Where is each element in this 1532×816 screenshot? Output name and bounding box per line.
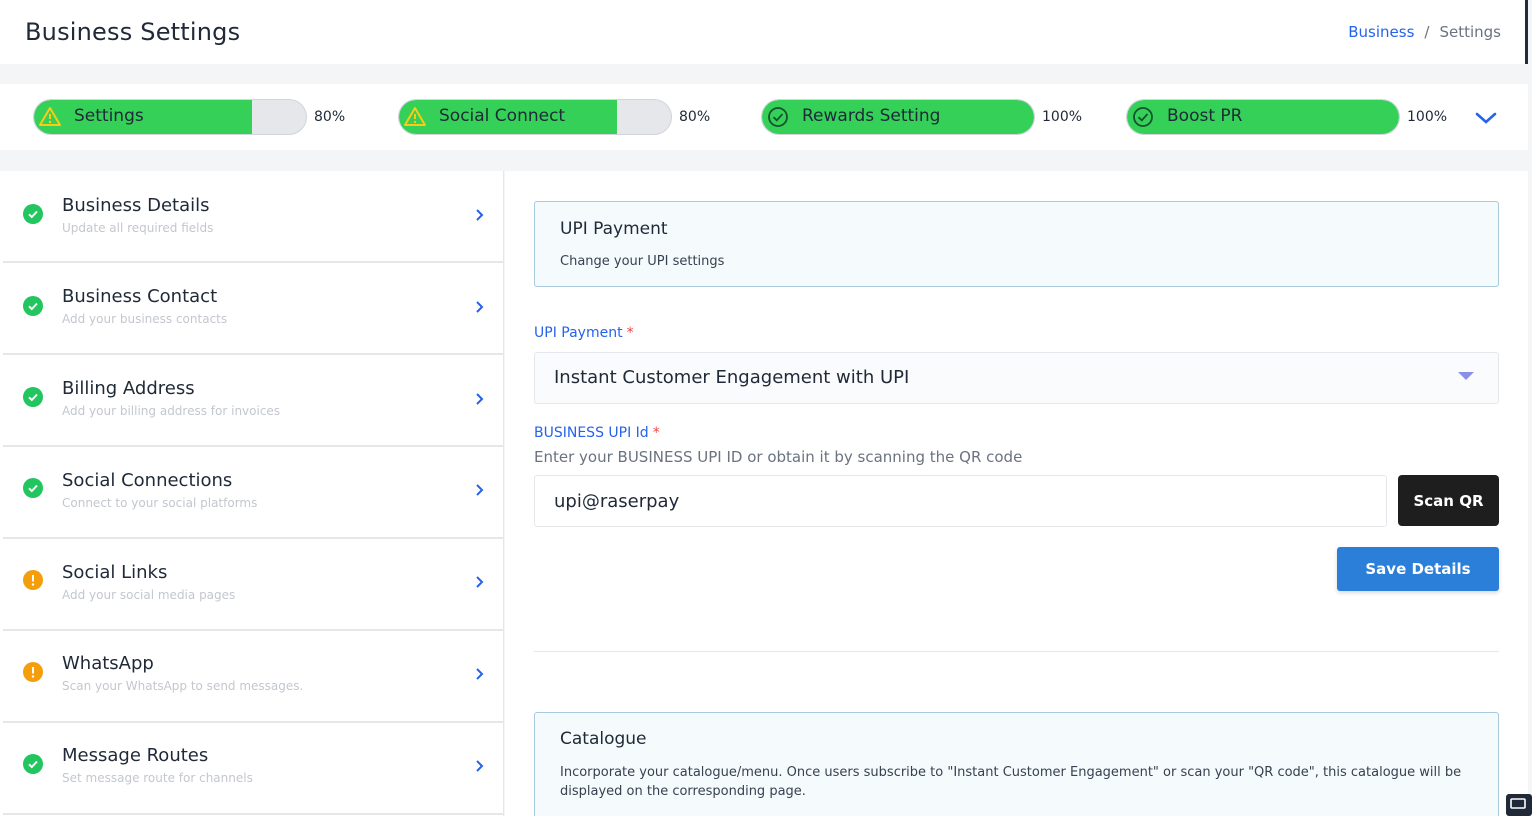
upi-settings-panel: UPI Payment Change your UPI settings UPI… — [505, 171, 1528, 816]
warning-icon — [404, 107, 426, 126]
progress-label: Boost PR — [1167, 106, 1243, 126]
caret-down-icon — [1458, 372, 1474, 380]
chevron-right-icon — [476, 668, 484, 680]
scan-qr-button[interactable]: Scan QR — [1398, 475, 1499, 526]
progress-label: Settings — [74, 106, 144, 126]
check-circle-icon — [1133, 107, 1153, 127]
chevron-right-icon — [476, 760, 484, 772]
sidebar-item-subtitle: Scan your WhatsApp to send messages. — [62, 679, 304, 693]
sidebar-item-title: Business Details — [62, 195, 210, 216]
chevron-right-icon — [476, 301, 484, 313]
upi-payment-card: UPI Payment Change your UPI settings — [534, 201, 1499, 287]
progress-percent: 80% — [679, 109, 711, 125]
sidebar-item-subtitle: Set message route for channels — [62, 771, 253, 785]
chevron-right-icon — [476, 576, 484, 588]
progress-percent: 100% — [1042, 109, 1083, 125]
status-check-icon — [23, 387, 43, 407]
sidebar-item-whatsapp[interactable]: WhatsApp Scan your WhatsApp to send mess… — [3, 631, 503, 723]
status-warning-icon — [23, 662, 43, 682]
progress-percent: 100% — [1407, 109, 1448, 125]
chevron-right-icon — [476, 484, 484, 496]
chevron-right-icon — [476, 209, 484, 221]
breadcrumb: Business / Settings — [1348, 23, 1501, 41]
card-description: Change your UPI settings — [560, 254, 725, 269]
sidebar-item-social-connections[interactable]: Social Connections Connect to your socia… — [3, 447, 503, 539]
upi-payment-select[interactable]: Instant Customer Engagement with UPI — [534, 352, 1499, 404]
sidebar-item-title: Social Links — [62, 562, 168, 583]
card-description: Incorporate your catalogue/menu. Once us… — [560, 765, 1462, 799]
save-details-button[interactable]: Save Details — [1337, 547, 1499, 591]
warning-icon — [39, 107, 61, 126]
status-check-icon — [23, 204, 43, 224]
business-upi-id-label: BUSINESS UPI Id * — [534, 425, 660, 441]
card-title: Catalogue — [560, 729, 647, 749]
progress-label: Rewards Setting — [802, 106, 941, 126]
sidebar-item-subtitle: Add your social media pages — [62, 588, 236, 602]
upi-payment-label: UPI Payment * — [534, 325, 634, 341]
catalogue-card: Catalogue Incorporate your catalogue/men… — [534, 712, 1499, 816]
sidebar-item-title: Billing Address — [62, 378, 195, 399]
upi-id-input[interactable] — [534, 475, 1387, 527]
progress-label: Social Connect — [439, 106, 566, 126]
status-check-icon — [23, 754, 43, 774]
sidebar-item-business-details[interactable]: Business Details Update all required fie… — [3, 171, 503, 263]
breadcrumb-current: Settings — [1439, 23, 1501, 41]
page-header: Business Settings Business / Settings — [0, 0, 1528, 64]
page-title: Business Settings — [25, 18, 241, 46]
check-circle-icon — [768, 107, 788, 127]
sidebar-item-social-links[interactable]: Social Links Add your social media pages — [3, 539, 503, 631]
sidebar-item-subtitle: Add your business contacts — [62, 312, 228, 326]
sidebar-item-title: WhatsApp — [62, 653, 154, 674]
chat-icon[interactable] — [1505, 793, 1532, 816]
status-warning-icon — [23, 570, 43, 590]
sidebar-item-business-contact[interactable]: Business Contact Add your business conta… — [3, 263, 503, 355]
sidebar-item-message-routes[interactable]: Message Routes Set message route for cha… — [3, 723, 503, 815]
sidebar-item-title: Social Connections — [62, 470, 233, 491]
status-check-icon — [23, 478, 43, 498]
sidebar-item-subtitle: Add your billing address for invoices — [62, 404, 281, 418]
required-mark: * — [626, 325, 634, 341]
chevron-down-icon[interactable] — [1474, 106, 1498, 130]
upi-id-hint: Enter your BUSINESS UPI ID or obtain it … — [534, 448, 1023, 466]
card-title: UPI Payment — [560, 219, 668, 239]
progress-percent: 80% — [314, 109, 346, 125]
breadcrumb-business-link[interactable]: Business — [1348, 23, 1414, 41]
settings-sidebar: Business Details Update all required fie… — [0, 171, 504, 816]
status-check-icon — [23, 296, 43, 316]
section-divider — [534, 651, 1499, 652]
setup-progress-strip: Settings 80% Social Connect 80% Rewards … — [0, 84, 1528, 150]
label-text: UPI Payment — [534, 325, 623, 341]
sidebar-item-billing-address[interactable]: Billing Address Add your billing address… — [3, 355, 503, 447]
required-mark: * — [652, 425, 660, 441]
sidebar-item-subtitle: Update all required fields — [62, 221, 214, 235]
sidebar-item-subtitle: Connect to your social platforms — [62, 496, 258, 510]
chevron-right-icon — [476, 393, 484, 405]
breadcrumb-separator: / — [1424, 23, 1430, 41]
label-text: BUSINESS UPI Id — [534, 425, 649, 441]
select-value: Instant Customer Engagement with UPI — [554, 367, 910, 388]
sidebar-item-title: Business Contact — [62, 286, 218, 307]
sidebar-item-title: Message Routes — [62, 745, 209, 766]
